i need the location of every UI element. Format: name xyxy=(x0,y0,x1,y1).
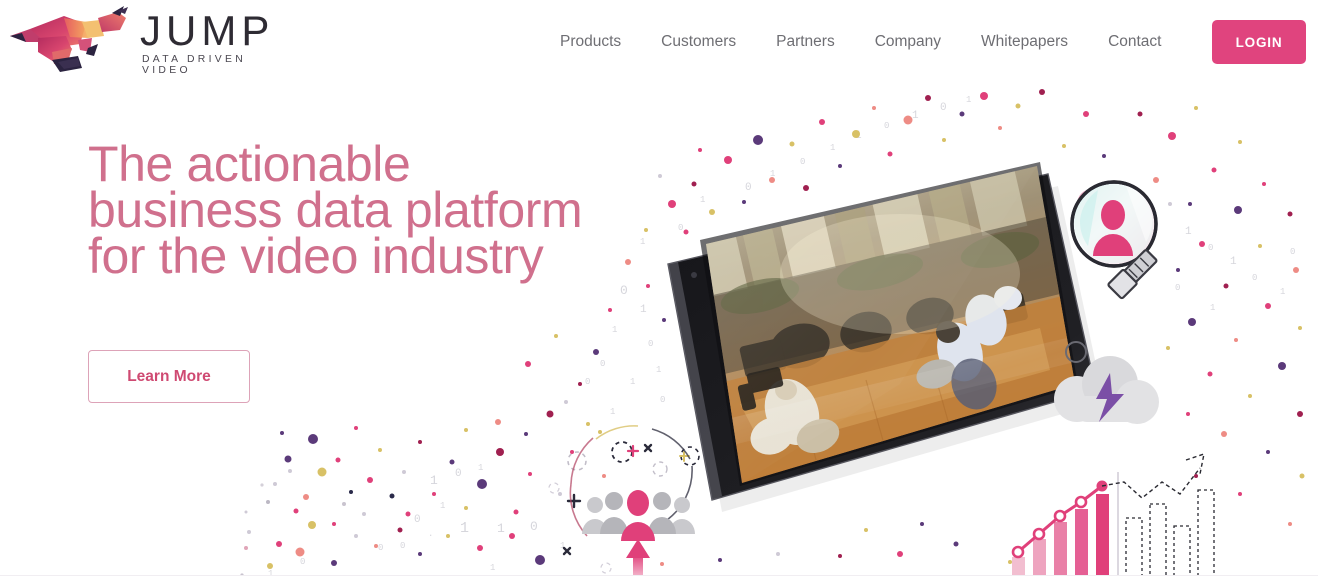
svg-text:1: 1 xyxy=(1210,303,1215,313)
svg-text:1: 1 xyxy=(912,110,919,122)
svg-text:1: 1 xyxy=(1230,256,1237,268)
svg-text:1: 1 xyxy=(700,195,705,205)
tablet-device xyxy=(667,162,1104,512)
svg-text:1: 1 xyxy=(497,521,505,536)
landing-page: JUMP DATA DRIVEN VIDEO Products Customer… xyxy=(0,0,1318,576)
brand-wordmark: JUMP DATA DRIVEN VIDEO xyxy=(140,6,298,76)
svg-text:0: 0 xyxy=(1290,247,1295,257)
svg-text:0: 0 xyxy=(300,557,305,567)
svg-text:0: 0 xyxy=(414,514,421,526)
svg-text:1: 1 xyxy=(440,501,445,511)
audience-group-icon xyxy=(569,425,695,576)
svg-text:0: 0 xyxy=(678,223,683,233)
growth-bar-chart-icon xyxy=(1011,452,1215,576)
site-header: JUMP DATA DRIVEN VIDEO Products Customer… xyxy=(0,0,1318,84)
hero-headline: The actionable business data platform fo… xyxy=(88,136,608,284)
marker-symbols-pink xyxy=(626,444,640,458)
marker-symbols-gold xyxy=(679,451,690,462)
svg-text:0: 0 xyxy=(884,121,889,131)
marker-symbols xyxy=(562,443,653,556)
brand-tagline: DATA DRIVEN VIDEO xyxy=(142,53,247,76)
svg-text:1: 1 xyxy=(966,95,971,105)
brand-logo[interactable]: JUMP DATA DRIVEN VIDEO xyxy=(8,2,298,80)
svg-text:0: 0 xyxy=(648,339,653,349)
svg-text:0: 0 xyxy=(455,468,462,480)
svg-text:1: 1 xyxy=(612,325,617,335)
nav-item-customers[interactable]: Customers xyxy=(641,27,756,57)
nav-item-products[interactable]: Products xyxy=(540,27,641,57)
svg-text:0: 0 xyxy=(530,519,538,534)
svg-text:0: 0 xyxy=(400,541,405,551)
svg-text:1: 1 xyxy=(656,365,661,375)
svg-text:0: 0 xyxy=(378,543,383,553)
svg-text:0: 0 xyxy=(1252,273,1257,283)
svg-text:0: 0 xyxy=(660,395,665,405)
svg-text:0: 0 xyxy=(620,283,628,298)
svg-text:1: 1 xyxy=(770,169,775,179)
svg-text:0: 0 xyxy=(585,377,590,387)
up-arrow-icon xyxy=(626,539,650,576)
nav-item-partners[interactable]: Partners xyxy=(756,27,855,57)
cloud-lightning-icon xyxy=(1054,356,1159,424)
login-button[interactable]: LOGIN xyxy=(1212,20,1306,64)
svg-text:1: 1 xyxy=(560,541,565,551)
svg-text:1: 1 xyxy=(640,304,647,316)
svg-text:0: 0 xyxy=(1175,283,1180,293)
kangaroo-icon xyxy=(10,6,128,72)
svg-text:1: 1 xyxy=(478,463,483,473)
headline-line-1: The actionable xyxy=(88,136,411,192)
svg-text:0: 0 xyxy=(800,157,805,167)
svg-text:0: 0 xyxy=(940,102,947,114)
nav-item-whitepapers[interactable]: Whitepapers xyxy=(961,27,1088,57)
main-navigation: Products Customers Partners Company Whit… xyxy=(540,0,1181,84)
nav-item-contact[interactable]: Contact xyxy=(1088,27,1181,57)
svg-text:1: 1 xyxy=(610,407,615,417)
hero-section: 1 0 1 1 0 . 1 1 0 0 0 1 1 0 1 0 0 xyxy=(0,84,1318,576)
svg-text:1: 1 xyxy=(460,520,469,537)
svg-text:0: 0 xyxy=(600,359,605,369)
svg-text:1: 1 xyxy=(630,377,635,387)
nav-item-company[interactable]: Company xyxy=(855,27,961,57)
svg-text:0: 0 xyxy=(745,182,752,194)
svg-text:1: 1 xyxy=(1280,287,1285,297)
video-still xyxy=(706,166,1075,483)
dashed-circles xyxy=(548,441,700,574)
svg-text:1: 1 xyxy=(855,130,862,142)
learn-more-button[interactable]: Learn More xyxy=(88,350,250,403)
svg-text:0: 0 xyxy=(1208,243,1213,253)
svg-text:.: . xyxy=(428,529,433,539)
svg-text:1: 1 xyxy=(490,563,495,573)
svg-text:1: 1 xyxy=(640,237,645,247)
svg-text:1: 1 xyxy=(430,473,438,488)
headline-line-2: business data platform xyxy=(88,182,583,238)
svg-text:1: 1 xyxy=(1185,226,1192,238)
svg-text:1: 1 xyxy=(830,143,835,153)
brand-name: JUMP xyxy=(140,7,275,55)
headline-line-3: for the video industry xyxy=(88,228,544,284)
magnifier-person-icon xyxy=(1070,180,1158,300)
